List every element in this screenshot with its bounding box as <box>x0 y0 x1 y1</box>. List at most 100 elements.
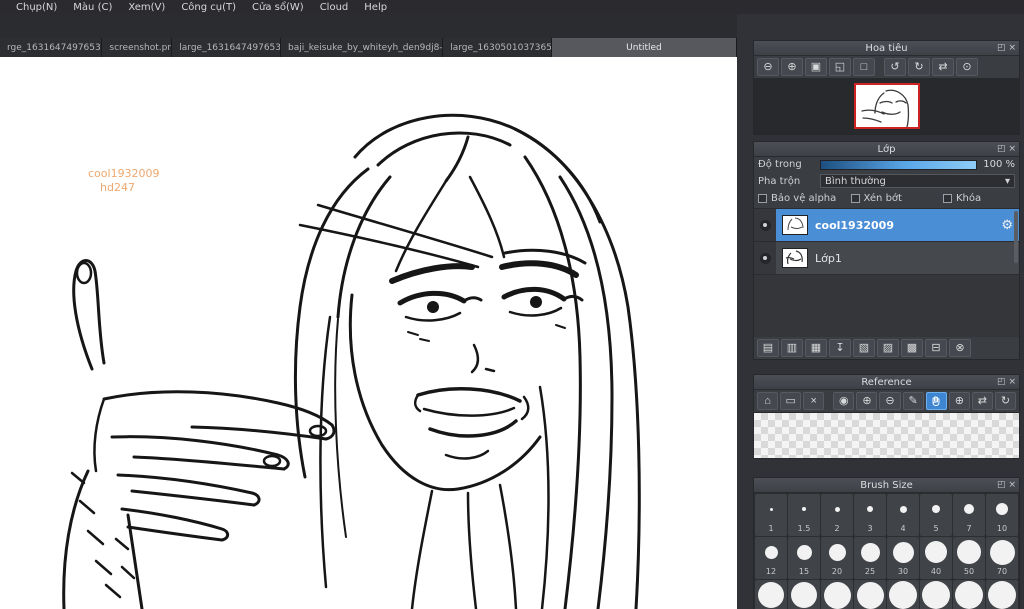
clear-layer-icon[interactable]: ⊟ <box>925 339 947 357</box>
layer-settings-gear-icon[interactable]: ⚙ <box>1001 218 1013 233</box>
brush-size-option[interactable]: 12 <box>755 537 787 579</box>
menu-item-tools[interactable]: Công cụ(T) <box>173 2 244 13</box>
brush-size-option[interactable]: 700 <box>953 580 985 609</box>
brush-size-option[interactable]: 3 <box>854 494 886 536</box>
navigator-title: Hoa tiêu <box>865 42 908 54</box>
reference-open-icon[interactable]: ⌂ <box>757 392 779 410</box>
merge-layer-icon[interactable]: ▨ <box>877 339 899 357</box>
checkbox-box[interactable] <box>943 194 952 203</box>
layers-close-icon[interactable]: × <box>1008 145 1016 154</box>
layers-popout-icon[interactable]: ◰ <box>997 145 1006 154</box>
tab-document-2[interactable]: screenshot.png <box>102 38 173 57</box>
layer-list-scrollbar[interactable] <box>1014 211 1018 263</box>
canvas[interactable]: cool1932009 hd247 <box>0 57 737 609</box>
layer-row-active[interactable]: cool1932009 ⚙ <box>754 209 1019 242</box>
hand-tool-icon[interactable] <box>925 392 947 410</box>
navigator-header: Hoa tiêu ◰ × <box>754 41 1019 56</box>
brush-size-panel: Brush Size ◰ × 1 1.5 2 3 4 5 7 10 12 15 … <box>753 477 1020 609</box>
add-folder-icon[interactable]: ▧ <box>853 339 875 357</box>
layer-visibility-toggle[interactable] <box>754 242 776 274</box>
combine-layer-icon[interactable]: ▩ <box>901 339 923 357</box>
opacity-slider[interactable] <box>820 159 977 170</box>
brush-size-option[interactable]: 10 <box>986 494 1018 536</box>
brush-size-option[interactable]: 30 <box>887 537 919 579</box>
brush-size-option[interactable]: 70 <box>986 537 1018 579</box>
transfer-layer-icon[interactable]: ↧ <box>829 339 851 357</box>
blend-mode-select[interactable]: Bình thường ▾ <box>820 174 1015 188</box>
brush-size-option[interactable]: 25 <box>854 537 886 579</box>
reference-zoom-out-icon[interactable]: ⊖ <box>879 392 901 410</box>
layers-header: Lớp ◰ × <box>754 142 1019 157</box>
clipping-checkbox[interactable]: Xén bớt <box>850 193 944 204</box>
brush-popout-icon[interactable]: ◰ <box>997 481 1006 490</box>
layer-row[interactable]: Lớp1 <box>754 242 1019 275</box>
reference-flip-icon[interactable]: ⇄ <box>971 392 993 410</box>
reset-view-icon[interactable]: ⊙ <box>956 58 978 76</box>
navigator-thumbnail[interactable] <box>853 83 920 129</box>
menu-item-view[interactable]: Xem(V) <box>120 2 173 13</box>
reference-clear-icon[interactable]: × <box>803 392 825 410</box>
reference-close-icon[interactable]: × <box>1008 378 1016 387</box>
brush-size-option[interactable]: 1.5 <box>788 494 820 536</box>
brush-dot <box>828 543 846 561</box>
reference-fit-icon[interactable]: ◉ <box>833 392 855 410</box>
brush-size-option[interactable]: 7 <box>953 494 985 536</box>
brush-size-option[interactable]: 100 <box>755 580 787 609</box>
menu-item-color[interactable]: Màu (C) <box>65 2 120 13</box>
brush-size-option[interactable]: 300 <box>854 580 886 609</box>
brush-size-option[interactable]: 15 <box>788 537 820 579</box>
reference-panel: Reference ◰ × ⌂ ▭ × ◉ ⊕ ⊖ ✎ ⊕ ⇄ ↻ <box>753 374 1020 459</box>
brush-size-option[interactable]: 2 <box>821 494 853 536</box>
tab-document-5[interactable]: large_1630501037365.jpg <box>443 38 552 57</box>
brush-size-option[interactable]: 20 <box>821 537 853 579</box>
lock-checkbox[interactable]: Khóa <box>943 193 1015 204</box>
brush-size-option[interactable]: 500 <box>920 580 952 609</box>
brush-size-option[interactable]: 150 <box>788 580 820 609</box>
tab-document-1[interactable]: rge_1631647497653.jpg <box>0 38 103 57</box>
navigator-preview-area[interactable] <box>754 78 1019 134</box>
layer-visibility-toggle[interactable] <box>754 209 776 241</box>
add-layer-icon[interactable]: ▤ <box>757 339 779 357</box>
reference-preview-area[interactable] <box>754 412 1019 458</box>
menu-item-cloud[interactable]: Cloud <box>312 2 357 13</box>
alpha-protect-checkbox[interactable]: Bảo vệ alpha <box>758 193 851 204</box>
navigator-popout-icon[interactable]: ◰ <box>997 44 1006 53</box>
brush-size-option[interactable]: 40 <box>920 537 952 579</box>
reference-folder-icon[interactable]: ▭ <box>780 392 802 410</box>
checkbox-box[interactable] <box>850 194 860 203</box>
brush-size-option[interactable]: 1 <box>755 494 787 536</box>
checkbox-box[interactable] <box>758 194 767 203</box>
zoom-area-icon[interactable]: ▣ <box>805 58 827 76</box>
flip-horizontal-icon[interactable]: ⇄ <box>932 58 954 76</box>
fit-window-icon[interactable]: ◱ <box>829 58 851 76</box>
brush-size-option[interactable]: 200 <box>821 580 853 609</box>
tab-document-3[interactable]: large_1631647497653.jpg <box>172 38 282 57</box>
reference-rotate-icon[interactable]: ↻ <box>994 392 1017 410</box>
reference-zoom-in-icon[interactable]: ⊕ <box>948 392 970 410</box>
menu-item-file[interactable]: Chụp(N) <box>8 2 65 13</box>
menu-item-help[interactable]: Help <box>356 2 395 13</box>
zoom-out-icon[interactable]: ⊖ <box>757 58 779 76</box>
brush-close-icon[interactable]: × <box>1008 481 1016 490</box>
brush-size-option[interactable]: 50 <box>953 537 985 579</box>
menu-item-window[interactable]: Cửa sổ(W) <box>244 2 312 13</box>
zoom-in-icon[interactable]: ⊕ <box>781 58 803 76</box>
brush-size-option[interactable]: 1000 <box>986 580 1018 609</box>
rotate-right-icon[interactable]: ↻ <box>908 58 930 76</box>
rotate-left-icon[interactable]: ↺ <box>884 58 906 76</box>
brush-dot <box>889 581 917 609</box>
actual-size-icon[interactable]: □ <box>853 58 875 76</box>
brush-size-option[interactable]: 5 <box>920 494 952 536</box>
layer-settings-icon[interactable]: ▦ <box>805 339 827 357</box>
tab-document-4[interactable]: baji_keisuke_by_whiteyh_den9dj8-pre.jpg <box>281 38 444 57</box>
brush-size-option[interactable]: 400 <box>887 580 919 609</box>
duplicate-layer-icon[interactable]: ▥ <box>781 339 803 357</box>
layer-name: cool1932009 <box>815 218 894 232</box>
reference-crosshair-icon[interactable]: ⊕ <box>856 392 878 410</box>
navigator-close-icon[interactable]: × <box>1008 44 1016 53</box>
reference-popout-icon[interactable]: ◰ <box>997 378 1006 387</box>
brush-size-option[interactable]: 4 <box>887 494 919 536</box>
reference-eyedropper-icon[interactable]: ✎ <box>902 392 924 410</box>
tab-document-active[interactable]: Untitled <box>551 38 737 57</box>
delete-layer-icon[interactable]: ⊗ <box>949 339 971 357</box>
